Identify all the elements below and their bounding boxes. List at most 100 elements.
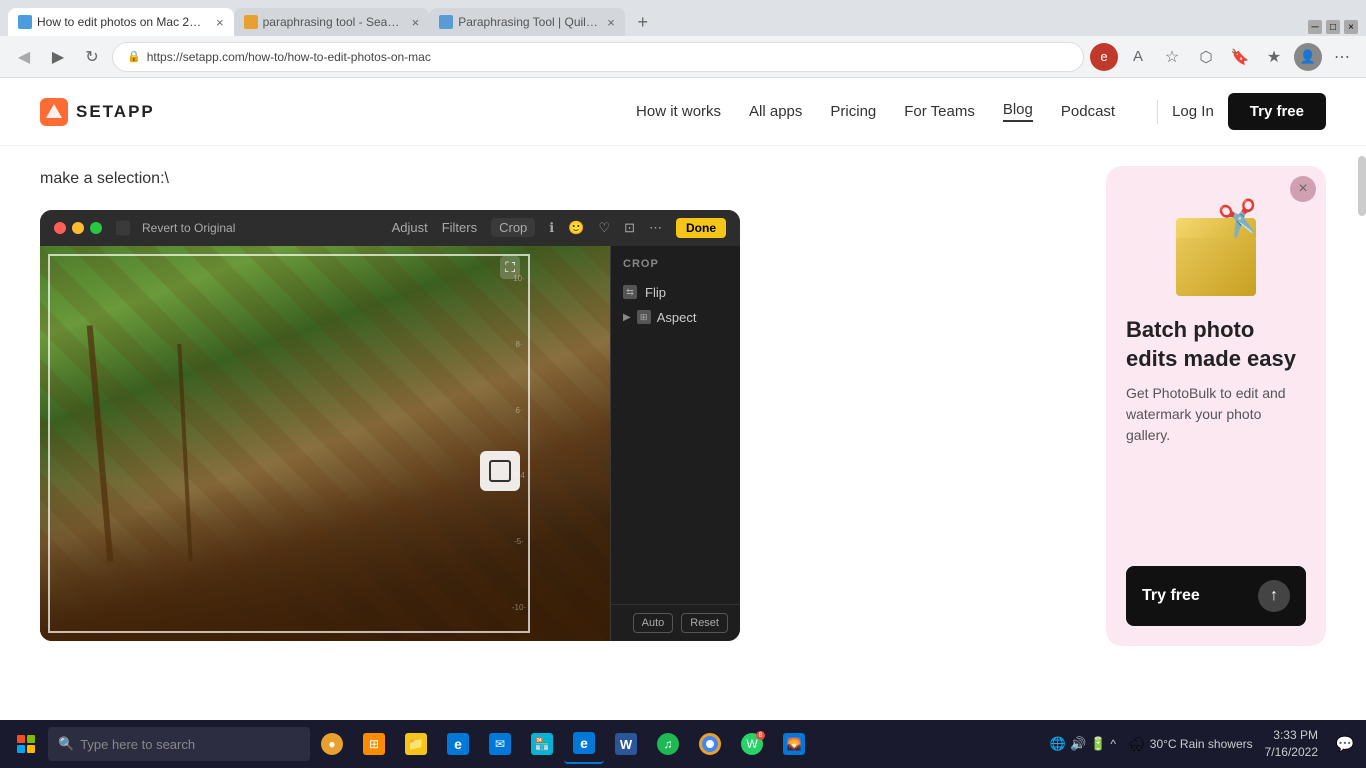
crop-handle[interactable]	[480, 451, 520, 491]
nav-try-free-button[interactable]: Try free	[1228, 93, 1326, 130]
app-sidebar: CROP ⇆ Flip ▶ ⊞ Aspect	[610, 246, 740, 641]
crop-section-title: CROP	[623, 258, 728, 270]
nav-divider	[1157, 100, 1158, 124]
notification-button[interactable]: 💬	[1330, 729, 1360, 759]
maximize-button[interactable]: □	[1326, 20, 1340, 34]
traffic-light-yellow	[72, 222, 84, 234]
weather-icon: 🌧	[1128, 736, 1146, 753]
tab-1[interactable]: How to edit photos on Mac 202… ×	[8, 8, 234, 36]
nav-how-it-works[interactable]: How it works	[636, 103, 721, 120]
taskbar: 🔍 Type here to search ● ⊞ 📁 e ✉ 🏪 e W ♫	[0, 720, 1366, 768]
crop-icon-btn: ⊡	[624, 220, 635, 236]
logo[interactable]: SETAPP	[40, 98, 155, 126]
minimize-button[interactable]: ─	[1308, 20, 1322, 34]
taskbar-app-chrome[interactable]	[690, 724, 730, 764]
filters-label[interactable]: Filters	[442, 220, 477, 235]
taskbar-app-photos[interactable]: 🌄	[774, 724, 814, 764]
promo-image-area: ✂️	[1126, 196, 1306, 296]
taskbar-search[interactable]: 🔍 Type here to search	[48, 727, 310, 761]
logo-text: SETAPP	[76, 102, 155, 122]
tab-3[interactable]: Paraphrasing Tool | QuillBot AI ×	[429, 8, 625, 36]
nav-login[interactable]: Log In	[1172, 103, 1214, 120]
tab-1-close[interactable]: ×	[216, 15, 224, 30]
nav-podcast[interactable]: Podcast	[1061, 103, 1115, 120]
network-icon[interactable]: 🌐	[1050, 736, 1066, 752]
menu-button[interactable]: ⋯	[1328, 43, 1356, 71]
taskbar-search-placeholder: Type here to search	[80, 737, 195, 752]
lock-icon: 🔒	[127, 50, 141, 63]
battery-icon[interactable]: 🔋	[1090, 736, 1106, 752]
tab-2[interactable]: paraphrasing tool - Search ×	[234, 8, 430, 36]
new-tab-button[interactable]: +	[629, 8, 657, 36]
reset-button[interactable]: Reset	[681, 613, 728, 633]
volume-icon[interactable]: 🔊	[1070, 736, 1086, 752]
app-titlebar: Revert to Original Adjust Filters Crop ℹ…	[40, 210, 740, 246]
fullscreen-button[interactable]: ⛶	[500, 256, 520, 279]
start-icon	[17, 735, 35, 753]
taskbar-app-edge2[interactable]: e	[564, 724, 604, 764]
app-image-area: 10·8·6·0·4-5·-10· ⛶	[40, 246, 610, 641]
taskbar-app-spotify[interactable]: ♫	[648, 724, 688, 764]
intro-text: make a selection:\	[40, 166, 1082, 192]
time-display: 3:33 PM	[1265, 727, 1318, 744]
promo-card: × ✂️ Batch photo edits made easy Get Pho…	[1106, 166, 1326, 646]
taskbar-app-task-view[interactable]: ⊞	[354, 724, 394, 764]
start-button[interactable]	[6, 724, 46, 764]
taskbar-app-cortana[interactable]: ●	[312, 724, 352, 764]
forward-button[interactable]: ▶	[44, 43, 72, 71]
address-input[interactable]: 🔒 https://setapp.com/how-to/how-to-edit-…	[112, 42, 1084, 72]
heart-icon: ♡	[598, 220, 610, 236]
favorites-icon[interactable]: ☆	[1158, 43, 1186, 71]
nav-pricing[interactable]: Pricing	[830, 103, 876, 120]
app-screenshot: Revert to Original Adjust Filters Crop ℹ…	[40, 210, 740, 641]
chevron-up-icon[interactable]: ^	[1110, 737, 1116, 751]
adjust-label[interactable]: Adjust	[392, 220, 428, 235]
traffic-light-green	[90, 222, 102, 234]
app-expand-btn	[116, 221, 130, 235]
tab-2-title: paraphrasing tool - Search	[263, 15, 403, 29]
auto-button[interactable]: Auto	[633, 613, 674, 633]
promo-try-free-button[interactable]: Try free ↑	[1126, 566, 1306, 626]
taskbar-right: 🌐 🔊 🔋 ^ 🌧 30°C Rain showers 3:33 PM 7/16…	[1044, 727, 1360, 761]
crop-label[interactable]: Crop	[491, 218, 535, 237]
tab-2-close[interactable]: ×	[412, 15, 420, 30]
clock[interactable]: 3:33 PM 7/16/2022	[1259, 727, 1324, 761]
nav-blog[interactable]: Blog	[1003, 101, 1033, 122]
close-button[interactable]: ×	[1344, 20, 1358, 34]
taskbar-app-file-explorer[interactable]: 📁	[396, 724, 436, 764]
refresh-button[interactable]: ↻	[78, 43, 106, 71]
revert-label[interactable]: Revert to Original	[142, 221, 235, 235]
promo-description: Get PhotoBulk to edit and watermark your…	[1126, 383, 1306, 446]
nav-links: How it works All apps Pricing For Teams …	[636, 101, 1115, 122]
main-area: make a selection:\ Revert to Original Ad…	[40, 166, 1082, 646]
profile-button[interactable]: 👤	[1294, 43, 1322, 71]
promo-title: Batch photo edits made easy	[1126, 316, 1306, 373]
taskbar-app-outlook[interactable]: ✉	[480, 724, 520, 764]
taskbar-app-word[interactable]: W	[606, 724, 646, 764]
photo-background: 10·8·6·0·4-5·-10·	[40, 246, 610, 641]
taskbar-app-store[interactable]: 🏪	[522, 724, 562, 764]
scrollbar[interactable]	[1358, 156, 1366, 216]
notification-icon: 💬	[1336, 735, 1355, 753]
nav-all-apps[interactable]: All apps	[749, 103, 802, 120]
weather-display[interactable]: 🌧 30°C Rain showers	[1128, 736, 1253, 753]
taskbar-app-edge[interactable]: e	[438, 724, 478, 764]
edge-icon[interactable]: e	[1090, 43, 1118, 71]
promo-arrow-icon: ↑	[1258, 580, 1290, 612]
share-icon: ⋯	[649, 220, 662, 236]
favorites-btn[interactable]: ★	[1260, 43, 1288, 71]
taskbar-search-icon: 🔍	[58, 736, 74, 752]
tab-1-favicon	[18, 15, 32, 29]
extensions-icon[interactable]: ⬡	[1192, 43, 1220, 71]
taskbar-app-whatsapp[interactable]: W 8	[732, 724, 772, 764]
flip-item[interactable]: ⇆ Flip	[623, 280, 728, 305]
app-body: 10·8·6·0·4-5·-10· ⛶	[40, 246, 740, 641]
aspect-item[interactable]: ▶ ⊞ Aspect	[623, 305, 728, 330]
done-button[interactable]: Done	[676, 218, 726, 238]
text-size-button[interactable]: A	[1124, 43, 1152, 71]
collections-icon[interactable]: 🔖	[1226, 43, 1254, 71]
back-button[interactable]: ◀	[10, 43, 38, 71]
tab-3-close[interactable]: ×	[607, 15, 615, 30]
promo-close-button[interactable]: ×	[1290, 176, 1316, 202]
nav-for-teams[interactable]: For Teams	[904, 103, 975, 120]
